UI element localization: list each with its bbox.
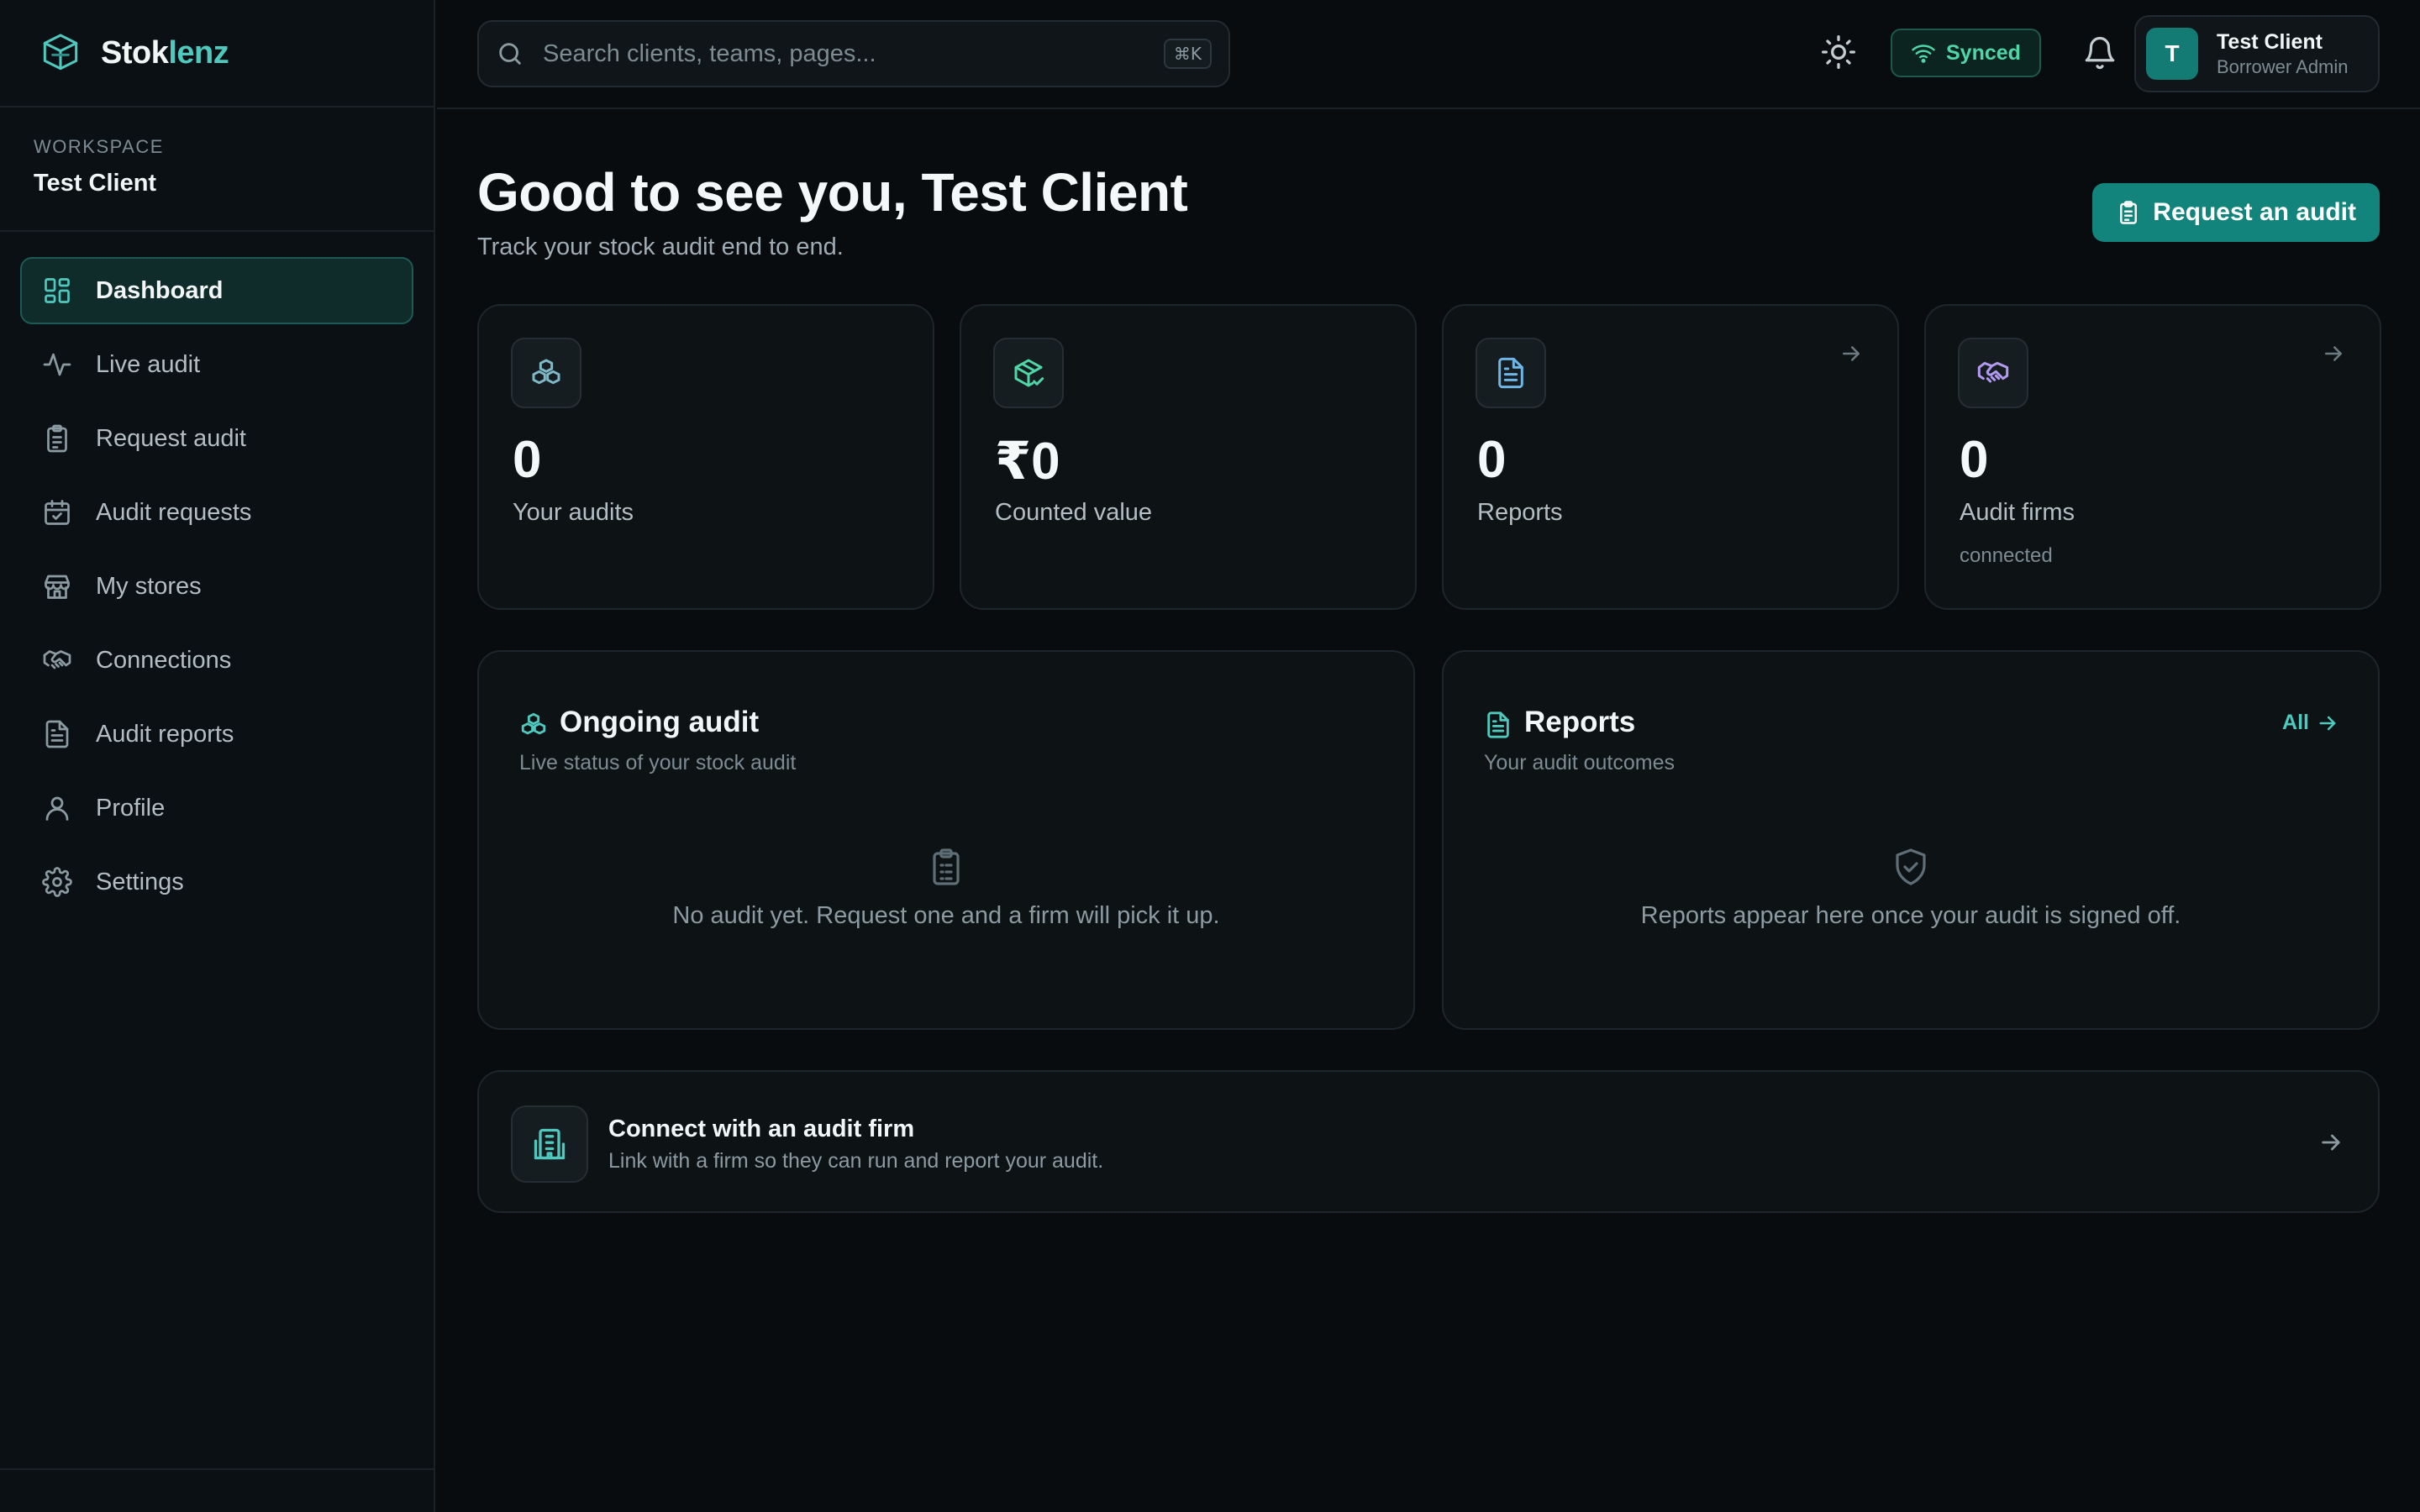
stat-badge: [993, 338, 1064, 408]
sidebar-item-audit-requests[interactable]: Audit requests: [20, 479, 413, 546]
stat-label: Reports: [1477, 499, 1563, 526]
arrow-right-icon[interactable]: [1839, 341, 1864, 366]
ongoing-audit-panel: Ongoing audit Live status of your stock …: [477, 650, 1415, 1030]
building-icon: [534, 1128, 566, 1160]
avatar: T: [2146, 28, 2198, 80]
reports-panel: Reports Your audit outcomes All Reports …: [1442, 650, 2380, 1030]
logo-icon: [43, 34, 78, 71]
package-check-icon: [1014, 359, 1044, 387]
topbar: ⌘K Synced T Test Client Borrower Admin: [437, 0, 2420, 109]
sidebar: Stoklenz WORKSPACE Test Client Dashboard…: [0, 0, 435, 1512]
file-text-icon: [1498, 357, 1523, 389]
sidebar-item-connections[interactable]: Connections: [20, 627, 413, 694]
workspace-name[interactable]: Test Client: [34, 170, 434, 197]
sidebar-item-request-audit[interactable]: Request audit: [20, 405, 413, 472]
file-text-icon: [45, 720, 69, 748]
sidebar-item-label: Live audit: [96, 350, 201, 378]
stat-value: 0: [1960, 431, 1989, 489]
stat-card-counted-value[interactable]: ₹0 Counted value: [960, 304, 1417, 610]
sidebar-item-label: Dashboard: [96, 276, 224, 304]
view-all-reports-link[interactable]: All: [2282, 711, 2339, 735]
search-input[interactable]: [543, 39, 1164, 68]
sidebar-item-label: Audit reports: [96, 720, 234, 748]
search-icon: [499, 43, 521, 65]
stat-card-your-audits[interactable]: 0 Your audits: [477, 304, 934, 610]
sidebar-item-dashboard[interactable]: Dashboard: [20, 257, 413, 324]
connect-title: Connect with an audit firm: [608, 1116, 915, 1142]
connect-description: Link with a firm so they can run and rep…: [608, 1149, 1104, 1173]
clipboard-icon: [2120, 201, 2138, 224]
stat-badge: [1476, 338, 1546, 408]
user-role: Borrower Admin: [2217, 55, 2349, 77]
handshake-icon: [43, 650, 71, 669]
sidebar-item-my-stores[interactable]: My stores: [20, 553, 413, 620]
stat-sublabel: connected: [1960, 544, 2053, 567]
wifi-icon: [1912, 45, 1935, 63]
sidebar-nav: Dashboard Live audit Request audit Audit…: [0, 232, 434, 916]
arrow-right-icon[interactable]: [2317, 1129, 2344, 1156]
sidebar-item-label: Settings: [96, 868, 184, 895]
view-all-label: All: [2282, 711, 2309, 734]
sidebar-item-label: Profile: [96, 794, 166, 822]
bell-icon[interactable]: [2082, 35, 2118, 71]
empty-state-text: Reports appear here once your audit is s…: [1640, 902, 2181, 929]
request-audit-button[interactable]: Request an audit: [2092, 183, 2380, 242]
connect-badge: [511, 1105, 588, 1183]
stat-card-reports[interactable]: 0 Reports: [1442, 304, 1899, 610]
panel-description: Live status of your stock audit: [519, 751, 797, 774]
boxes-icon: [532, 359, 560, 385]
empty-state-text: No audit yet. Request one and a firm wil…: [672, 902, 1220, 929]
page-subtitle: Track your stock audit end to end.: [477, 234, 844, 260]
sync-status-badge[interactable]: Synced: [1891, 29, 2041, 77]
stat-label: Counted value: [995, 499, 1153, 526]
handshake-icon: [1977, 361, 2009, 383]
panel-title: Ongoing audit: [560, 706, 760, 738]
stat-value: 0: [1477, 431, 1507, 489]
user-name: Test Client: [2217, 29, 2323, 54]
sidebar-item-label: Audit requests: [96, 498, 252, 526]
sun-icon[interactable]: [1820, 34, 1857, 71]
sidebar-item-profile[interactable]: Profile: [20, 774, 413, 842]
panel-description: Your audit outcomes: [1484, 751, 1676, 774]
panel-title: Reports: [1524, 706, 1636, 738]
sidebar-item-audit-reports[interactable]: Audit reports: [20, 701, 413, 768]
clipboard-icon: [47, 424, 67, 453]
dashboard-icon: [45, 278, 70, 303]
stat-label: Audit firms: [1960, 499, 2075, 526]
user-menu[interactable]: T Test Client Borrower Admin: [2134, 15, 2380, 92]
sidebar-item-live-audit[interactable]: Live audit: [20, 331, 413, 398]
sidebar-item-label: Request audit: [96, 424, 246, 452]
search-shortcut: ⌘K: [1163, 39, 1212, 69]
workspace-label: WORKSPACE: [34, 136, 164, 157]
stat-card-audit-firms[interactable]: 0 Audit firms connected: [1924, 304, 2381, 610]
request-audit-label: Request an audit: [2153, 198, 2356, 226]
connect-audit-firm-card[interactable]: Connect with an audit firm Link with a f…: [477, 1070, 2380, 1213]
sidebar-footer-divider: [0, 1468, 434, 1470]
user-icon: [45, 796, 69, 821]
activity-icon: [43, 353, 71, 376]
sidebar-item-settings[interactable]: Settings: [20, 848, 413, 916]
page-title: Good to see you, Test Client: [477, 162, 1188, 223]
boxes-icon: [521, 712, 546, 735]
calendar-check-icon: [45, 500, 70, 525]
stat-badge: [1958, 338, 2028, 408]
stat-value: ₹0: [995, 433, 1060, 491]
stat-badge: [511, 338, 581, 408]
brand[interactable]: Stoklenz: [0, 0, 434, 108]
file-text-icon: [1487, 711, 1509, 738]
search-box[interactable]: ⌘K: [477, 20, 1230, 87]
store-icon: [45, 575, 70, 599]
shield-check-icon: [1896, 848, 1926, 885]
gear-icon: [42, 867, 72, 897]
stat-label: Your audits: [513, 499, 634, 526]
arrow-right-icon: [2319, 716, 2336, 730]
sidebar-item-label: Connections: [96, 646, 232, 674]
arrow-right-icon[interactable]: [2321, 341, 2346, 366]
clipboard-icon: [933, 848, 960, 885]
workspace-section: WORKSPACE Test Client: [0, 108, 434, 232]
brand-name: Stoklenz: [101, 34, 229, 71]
sidebar-item-label: My stores: [96, 572, 202, 600]
stat-value: 0: [513, 431, 542, 489]
sync-status-label: Synced: [1946, 40, 2021, 65]
